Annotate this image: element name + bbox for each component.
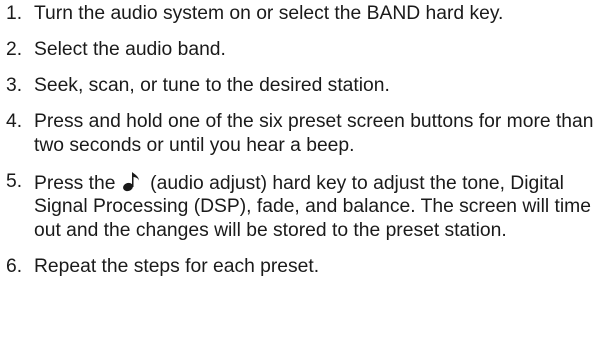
instruction-steps-list: 1. Turn the audio system on or select th… — [0, 2, 603, 291]
step-number: 6. — [6, 255, 23, 277]
step-6: 6. Repeat the steps for each preset. — [0, 255, 603, 279]
step-text: Select the audio band. — [34, 39, 226, 60]
step-text-before-icon: Press the — [34, 172, 121, 194]
step-text: Seek, scan, or tune to the desired stati… — [34, 75, 390, 96]
step-number: 2. — [6, 39, 23, 60]
step-text: Turn the audio system on or select the B… — [34, 3, 504, 24]
step-number: 1. — [6, 3, 23, 24]
step-1: 1. Turn the audio system on or select th… — [0, 2, 603, 26]
step-5: 5. Press the (audio adjust) hard key to … — [0, 170, 603, 243]
step-number: 4. — [6, 111, 23, 132]
step-3: 3. Seek, scan, or tune to the desired st… — [0, 74, 603, 98]
step-2: 2. Select the audio band. — [0, 38, 603, 62]
step-4: 4. Press and hold one of the six preset … — [0, 110, 603, 157]
step-number: 5. — [6, 170, 23, 192]
music-note-icon — [122, 171, 139, 191]
step-text: Press the (audio adjust) hard key to adj… — [34, 170, 603, 243]
step-text: Repeat the steps for each preset. — [34, 255, 320, 277]
step-number: 3. — [6, 75, 23, 96]
step-text: Press and hold one of the six preset scr… — [34, 111, 594, 156]
